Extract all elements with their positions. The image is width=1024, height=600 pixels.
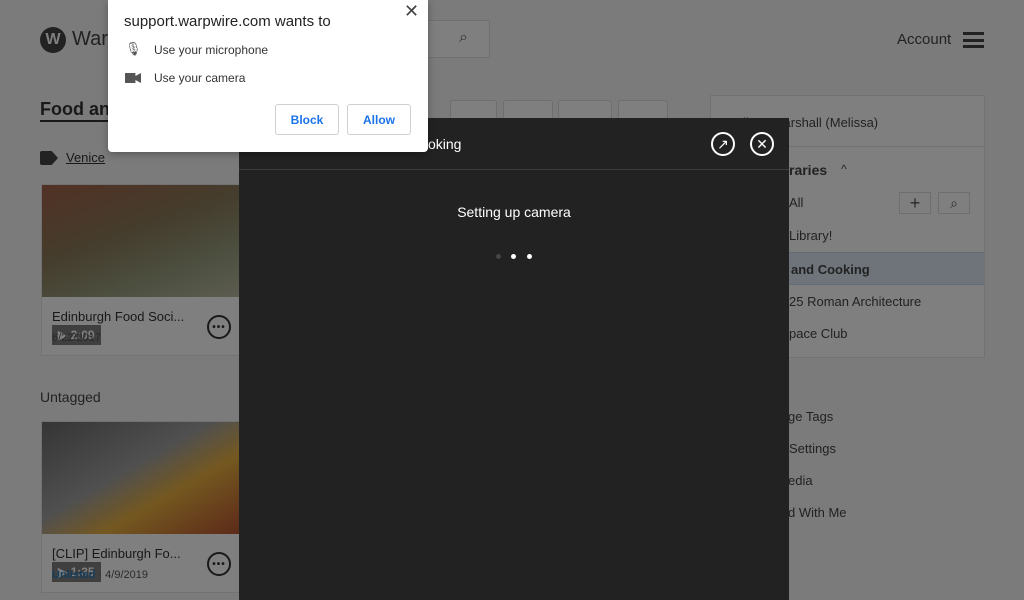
loading-dot <box>496 254 501 259</box>
camera-icon <box>125 73 141 83</box>
allow-button[interactable]: Allow <box>347 104 411 135</box>
modal-title: oking <box>428 136 462 152</box>
open-external-icon[interactable]: ↗ <box>711 132 735 156</box>
loading-dot <box>511 254 516 259</box>
block-button[interactable]: Block <box>275 104 339 135</box>
loading-dot <box>527 254 532 259</box>
microphone-permission: Use your microphone <box>154 43 269 57</box>
permission-title: support.warpwire.com wants to <box>124 13 331 30</box>
microphone-icon: 🎙︎ <box>125 41 142 56</box>
close-icon[interactable]: ✕ <box>750 132 774 156</box>
status-text: Setting up camera <box>457 204 571 220</box>
capture-modal: oking ↗ ✕ Setting up camera <box>239 118 789 600</box>
permission-dialog: support.warpwire.com wants to ✕ 🎙︎ Use y… <box>108 0 428 152</box>
camera-permission: Use your camera <box>154 71 246 85</box>
close-icon[interactable]: ✕ <box>404 1 419 22</box>
